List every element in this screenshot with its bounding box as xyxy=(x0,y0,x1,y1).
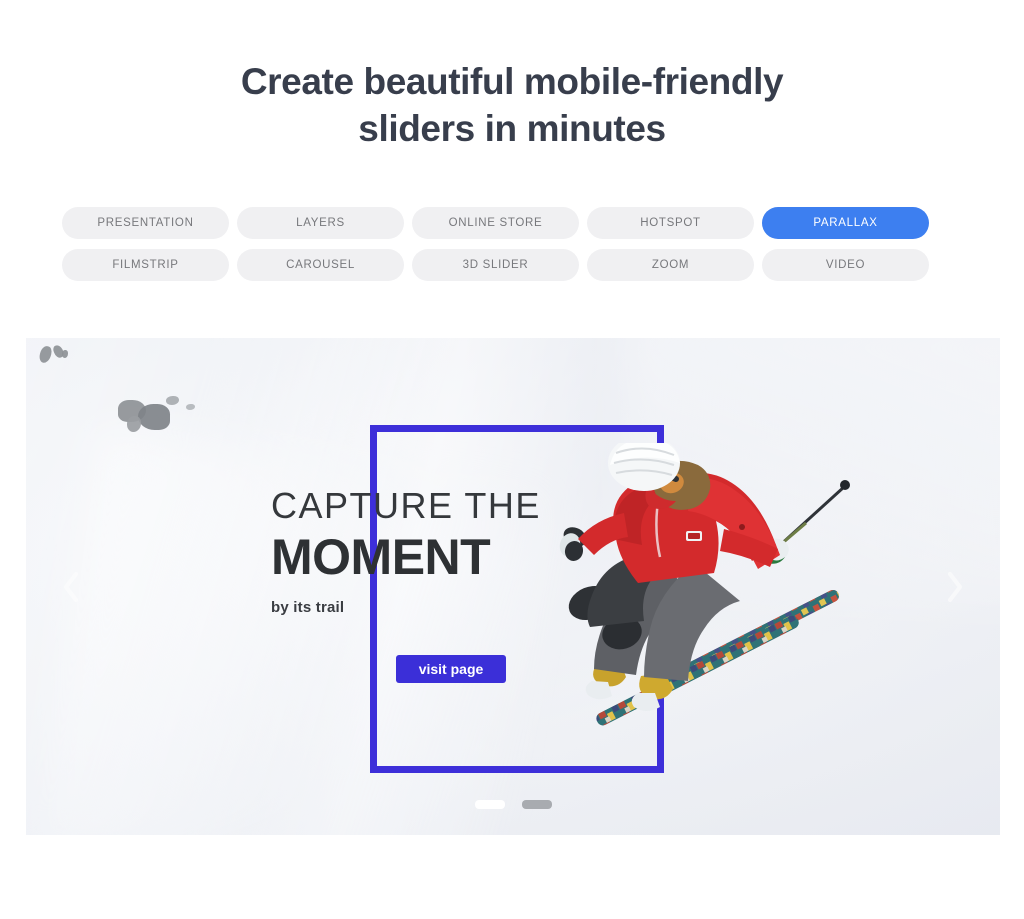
chevron-left-icon xyxy=(64,571,78,602)
rock-outcrop xyxy=(138,404,170,430)
slider-type-tabs: PRESENTATION LAYERS ONLINE STORE HOTSPOT… xyxy=(62,207,962,281)
chevron-right-icon xyxy=(948,571,962,602)
tab-zoom[interactable]: ZOOM xyxy=(587,249,754,281)
tab-online-store[interactable]: ONLINE STORE xyxy=(412,207,579,239)
tab-filmstrip[interactable]: FILMSTRIP xyxy=(62,249,229,281)
tab-hotspot[interactable]: HOTSPOT xyxy=(587,207,754,239)
page-title: Create beautiful mobile-friendly sliders… xyxy=(0,58,1024,152)
tab-3d-slider[interactable]: 3D SLIDER xyxy=(412,249,579,281)
slide-title-line-1: CAPTURE THE xyxy=(271,485,541,526)
tab-carousel[interactable]: CAROUSEL xyxy=(237,249,404,281)
pagination-bullet-2[interactable] xyxy=(521,800,552,809)
slider-pagination xyxy=(26,800,1000,809)
slide-subtitle: by its trail xyxy=(271,599,345,616)
tab-video[interactable]: VIDEO xyxy=(762,249,929,281)
slide-text-block: CAPTURE THE MOMENT by its trail xyxy=(271,485,541,616)
slider-prev-button[interactable] xyxy=(54,563,88,611)
tab-parallax[interactable]: PARALLAX xyxy=(762,207,929,239)
tab-presentation[interactable]: PRESENTATION xyxy=(62,207,229,239)
slider-stage[interactable]: CAPTURE THE MOMENT by its trail visit pa… xyxy=(26,338,1000,835)
slider-next-button[interactable] xyxy=(938,563,972,611)
pagination-bullet-1[interactable] xyxy=(474,800,505,809)
skier-image xyxy=(559,443,850,726)
landing-page: Create beautiful mobile-friendly sliders… xyxy=(0,0,1024,919)
visit-page-button[interactable]: visit page xyxy=(396,655,506,683)
page-title-line-2: sliders in minutes xyxy=(358,108,666,149)
page-title-line-1: Create beautiful mobile-friendly xyxy=(240,61,784,102)
slide-title-line-2: MOMENT xyxy=(271,529,491,585)
tab-layers[interactable]: LAYERS xyxy=(237,207,404,239)
